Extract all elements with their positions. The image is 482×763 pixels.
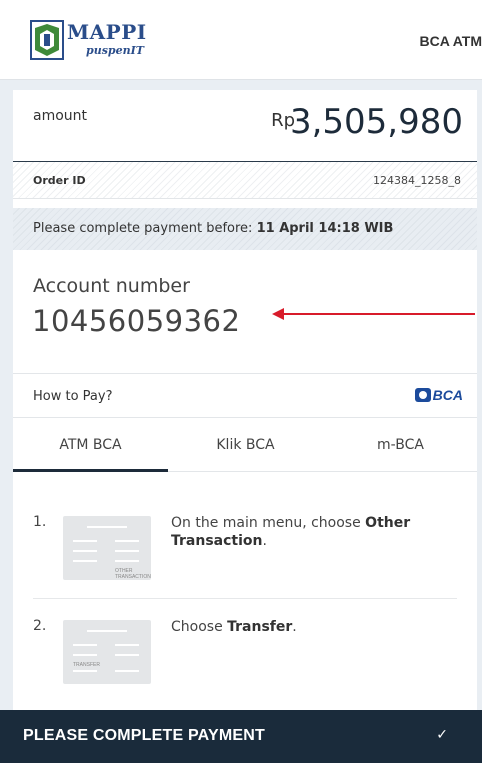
step-text: On the main menu, choose Other Transacti…	[171, 515, 411, 549]
annotation-arrow-line	[280, 313, 475, 315]
bca-logo: BCA	[414, 387, 463, 403]
tab-m-bca[interactable]: m-BCA	[323, 418, 477, 472]
logo-text: MAPPI	[67, 20, 147, 44]
logo-subtext: puspenIT	[86, 44, 144, 57]
annotation-arrow-head-icon	[272, 308, 284, 320]
header-title: BCA ATM	[419, 33, 482, 49]
deadline-value: 11 April 14:18 WIB	[256, 221, 394, 236]
tab-klik-bca[interactable]: Klik BCA	[168, 418, 323, 472]
amount-row: amount Rp 3,505,980	[13, 90, 477, 162]
deadline-text: Please complete payment before: 11 April…	[33, 221, 393, 236]
payment-card: amount Rp 3,505,980 Order ID 124384_1258…	[13, 90, 477, 710]
tab-atm-bca[interactable]: ATM BCA	[13, 418, 168, 472]
order-id-value: 124384_1258_8	[373, 174, 461, 187]
atm-screen-caption: OTHER TRANSACTION	[115, 568, 151, 580]
bca-mark-icon	[414, 388, 431, 402]
order-id-label: Order ID	[33, 174, 86, 187]
step-text: Choose Transfer.	[171, 619, 297, 635]
account-number-label: Account number	[33, 275, 190, 297]
complete-payment-label: PLEASE COMPLETE PAYMENT	[23, 727, 265, 744]
deadline-row: Please complete payment before: 11 April…	[13, 208, 477, 250]
step-number: 2.	[33, 618, 47, 634]
logo-emblem-icon	[30, 20, 64, 60]
atm-screen-image: TRANSFER	[63, 620, 151, 684]
how-to-pay-row: How to Pay? BCA	[13, 374, 477, 418]
how-to-pay-label: How to Pay?	[33, 389, 113, 404]
order-id-row: Order ID 124384_1258_8	[13, 162, 477, 199]
account-number-row: Account number 10456059362	[13, 250, 477, 374]
complete-payment-bar[interactable]: PLEASE COMPLETE PAYMENT ✓	[0, 710, 482, 763]
amount-label: amount	[33, 108, 88, 124]
bca-logo-text: BCA	[432, 387, 463, 403]
app-header: MAPPI puspenIT BCA ATM	[0, 0, 482, 80]
step-item: 2. TRANSFER Choose Transfer.	[33, 618, 463, 688]
amount-value: 3,505,980	[289, 102, 463, 142]
payment-method-tabs: ATM BCA Klik BCA m-BCA	[13, 418, 477, 472]
step-item: 1. OTHER TRANSACTION On the main menu, c…	[33, 514, 463, 584]
checkmark-icon: ✓	[436, 727, 448, 743]
step-number: 1.	[33, 514, 47, 530]
atm-screen-caption: TRANSFER	[73, 662, 100, 668]
atm-screen-image: OTHER TRANSACTION	[63, 516, 151, 580]
mappi-logo[interactable]: MAPPI puspenIT	[30, 20, 170, 64]
step-divider	[33, 598, 457, 599]
deadline-prefix: Please complete payment before:	[33, 221, 253, 236]
account-number-value[interactable]: 10456059362	[32, 304, 240, 338]
